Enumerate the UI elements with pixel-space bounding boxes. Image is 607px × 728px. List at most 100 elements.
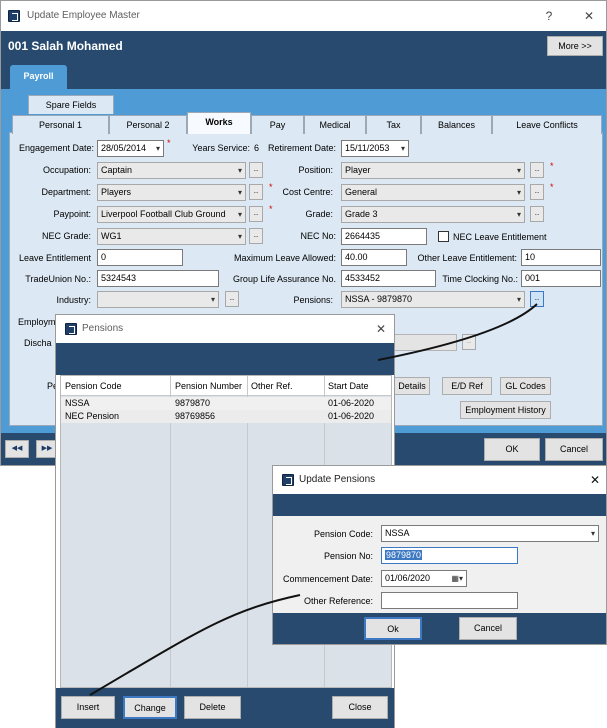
nec-grade-value: WG1 <box>101 231 122 241</box>
tab-balances[interactable]: Balances <box>421 115 492 134</box>
main-titlebar: Update Employee Master ? ✕ <box>1 1 606 31</box>
chevron-down-icon: ▾ <box>237 188 242 197</box>
other-leave-input[interactable]: 10 <box>521 249 601 266</box>
time-clocking-label: Time Clocking No.: <box>442 274 518 284</box>
payroll-tab[interactable]: Payroll <box>10 65 67 89</box>
required-marker: * <box>550 182 554 192</box>
previous-record-button[interactable]: ◀◀ <box>5 440 29 458</box>
pensions-select[interactable]: NSSA - 9879870 ▾ <box>341 291 525 308</box>
pensions-header-bar <box>56 343 394 375</box>
department-select[interactable]: Players ▾ <box>97 184 246 201</box>
table-row[interactable]: NSSA 9879870 01-06-2020 <box>61 397 391 410</box>
chevron-down-icon: ▾ <box>155 144 160 153</box>
change-button[interactable]: Change <box>123 696 177 719</box>
commencement-date-picker[interactable]: 01/06/2020 ▦▾ <box>381 570 467 587</box>
paypoint-lookup-button[interactable]: .. <box>249 206 263 222</box>
close-icon[interactable]: ✕ <box>369 318 393 340</box>
app-icon <box>8 10 20 22</box>
chevron-down-icon: ▾ <box>210 295 215 304</box>
years-service-label: Years Service: <box>192 143 250 153</box>
pension-code-value: NSSA <box>385 528 410 538</box>
nec-grade-select[interactable]: WG1 ▾ <box>97 228 246 245</box>
employee-heading: 001 Salah Mohamed <box>8 39 123 53</box>
pension-no-input[interactable]: 9879870 <box>381 547 518 564</box>
tab-works[interactable]: Works <box>187 112 251 134</box>
occupation-value: Captain <box>101 165 133 175</box>
time-clocking-input[interactable]: 001 <box>521 270 601 287</box>
retirement-date-picker[interactable]: 15/11/2053 ▾ <box>341 140 409 157</box>
pension-code-select[interactable]: NSSA ▾ <box>381 525 599 542</box>
pensions-lookup-button[interactable]: .. <box>530 291 544 307</box>
industry-lookup-button[interactable]: .. <box>225 291 239 307</box>
insert-button[interactable]: Insert <box>61 696 115 719</box>
group-life-input[interactable]: 4533452 <box>341 270 436 287</box>
tab-leave-conflicts[interactable]: Leave Conflicts <box>492 115 602 134</box>
close-icon[interactable]: ✕ <box>583 469 607 491</box>
department-lookup-button[interactable]: .. <box>249 184 263 200</box>
tab-personal-1[interactable]: Personal 1 <box>12 115 109 134</box>
engagement-date-picker[interactable]: 28/05/2014 ▾ <box>97 140 164 157</box>
other-reference-input[interactable] <box>381 592 518 609</box>
close-button[interactable]: Close <box>332 696 388 719</box>
column-header-pension-code[interactable]: Pension Code <box>65 381 122 391</box>
paypoint-value: Liverpool Football Club Ground <box>101 209 226 219</box>
details-button[interactable]: Details <box>394 377 430 395</box>
nec-grade-lookup-button[interactable]: .. <box>249 228 263 244</box>
position-value: Player <box>345 165 371 175</box>
industry-select[interactable]: ▾ <box>97 291 219 308</box>
tradeunion-input[interactable]: 5324543 <box>97 270 219 287</box>
update-pensions-ok-button[interactable]: Ok <box>364 617 422 640</box>
tab-spare-fields[interactable]: Spare Fields <box>28 95 114 114</box>
update-pensions-header-bar <box>273 494 606 516</box>
gl-codes-button[interactable]: GL Codes <box>500 377 551 395</box>
update-pensions-titlebar: Update Pensions ✕ <box>273 466 606 494</box>
nec-no-input[interactable]: 2664435 <box>341 228 427 245</box>
retirement-date-label: Retirement Date: <box>267 143 336 153</box>
update-pensions-cancel-button[interactable]: Cancel <box>459 617 517 640</box>
position-lookup-button[interactable]: .. <box>530 162 544 178</box>
column-header-start-date[interactable]: Start Date <box>328 381 369 391</box>
position-select[interactable]: Player ▾ <box>341 162 525 179</box>
more-button[interactable]: More >> <box>547 36 603 56</box>
start-date-cell: 01-06-2020 <box>328 398 375 408</box>
cost-centre-label: Cost Centre: <box>282 187 333 197</box>
department-label: Department: <box>41 187 91 197</box>
pension-code-cell: NSSA <box>65 398 90 408</box>
employment-history-button[interactable]: Employment History <box>460 401 551 419</box>
occupation-select[interactable]: Captain ▾ <box>97 162 246 179</box>
grade-lookup-button[interactable]: .. <box>530 206 544 222</box>
pensions-value: NSSA - 9879870 <box>345 294 413 304</box>
occupation-lookup-button[interactable]: .. <box>249 162 263 178</box>
close-icon[interactable]: ✕ <box>577 5 601 27</box>
cost-centre-value: General <box>345 187 378 197</box>
help-button[interactable]: ? <box>537 5 561 27</box>
grade-select[interactable]: Grade 3 ▾ <box>341 206 525 223</box>
other-reference-label: Other Reference: <box>303 596 373 606</box>
tab-tax[interactable]: Tax <box>366 115 421 134</box>
column-header-other-ref[interactable]: Other Ref. <box>251 381 293 391</box>
chevron-down-icon: ▾ <box>237 210 242 219</box>
employee-header-bar: 001 Salah Mohamed More >> <box>1 31 606 60</box>
tab-pay[interactable]: Pay <box>251 115 304 134</box>
position-label: Position: <box>298 165 333 175</box>
tab-medical[interactable]: Medical <box>304 115 366 134</box>
leave-entitlement-input[interactable]: 0 <box>97 249 183 266</box>
other-leave-label: Other Leave Entitlement: <box>417 253 517 263</box>
table-row[interactable]: NEC Pension 98769856 01-06-2020 <box>61 410 391 423</box>
engagement-date-label: Engagement Date: <box>18 143 94 153</box>
tab-personal-2[interactable]: Personal 2 <box>109 115 187 134</box>
nec-leave-checkbox[interactable] <box>438 231 449 242</box>
grade-value: Grade 3 <box>345 209 378 219</box>
delete-button[interactable]: Delete <box>184 696 241 719</box>
main-ok-button[interactable]: OK <box>484 438 540 461</box>
cost-centre-select[interactable]: General ▾ <box>341 184 525 201</box>
ed-ref-button[interactable]: E/D Ref <box>442 377 492 395</box>
payroll-tabstrip: Payroll <box>1 60 606 89</box>
column-header-pension-number[interactable]: Pension Number <box>175 381 242 391</box>
pension-number-cell: 9879870 <box>175 398 211 408</box>
main-cancel-button[interactable]: Cancel <box>545 438 603 461</box>
cost-centre-lookup-button[interactable]: .. <box>530 184 544 200</box>
max-leave-input[interactable]: 40.00 <box>341 249 407 266</box>
update-pensions-title: Update Pensions <box>299 474 376 485</box>
paypoint-select[interactable]: Liverpool Football Club Ground ▾ <box>97 206 246 223</box>
